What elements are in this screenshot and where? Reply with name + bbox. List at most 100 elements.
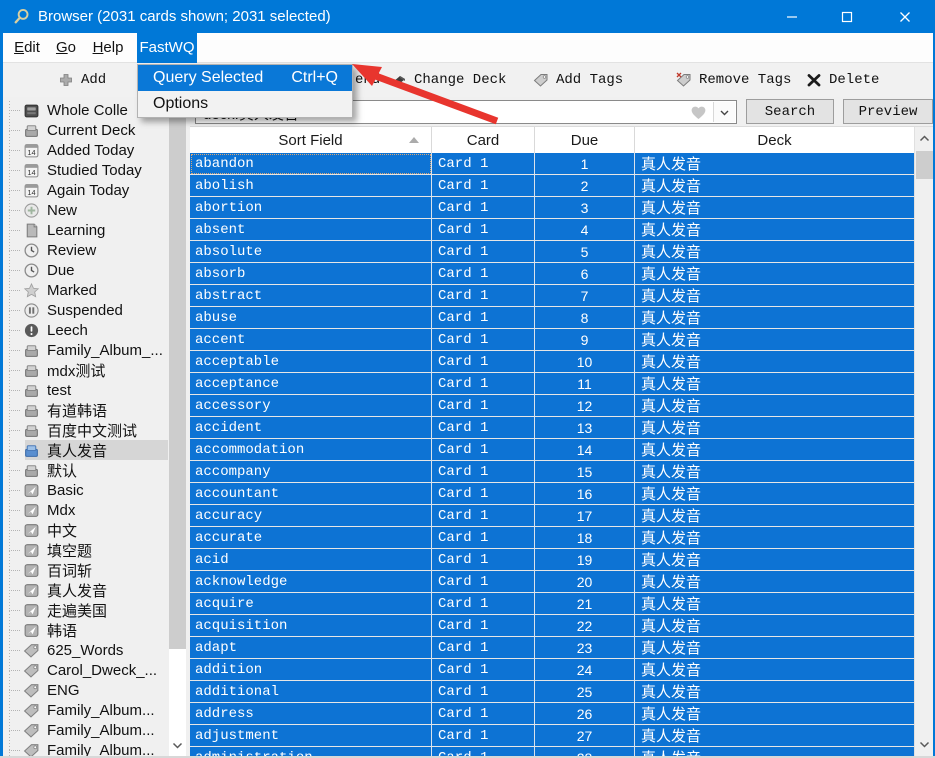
close-button[interactable]	[882, 0, 928, 33]
chevron-up-icon[interactable]	[918, 132, 931, 145]
table-row[interactable]: acid Card 1 19 真人发音	[190, 549, 914, 571]
sidebar-item[interactable]: 真人发音	[3, 580, 186, 600]
table-row[interactable]: acknowledge Card 1 20 真人发音	[190, 571, 914, 593]
sidebar-item[interactable]: Basic	[3, 480, 186, 500]
sidebar-item[interactable]: Review	[3, 240, 186, 260]
sidebar-item[interactable]: Mdx	[3, 500, 186, 520]
toolbar-button-add[interactable]: Add	[58, 63, 106, 97]
table-row[interactable]: abstract Card 1 7 真人发音	[190, 285, 914, 307]
sidebar-item[interactable]: Suspended	[3, 300, 186, 320]
notetype-icon	[23, 482, 40, 499]
sidebar-item[interactable]: 真人发音	[3, 440, 186, 460]
menubar-item-fastwq[interactable]: FastWQ	[137, 33, 197, 63]
table-row[interactable]: accommodation Card 1 14 真人发音	[190, 439, 914, 461]
card-table: Sort Field Card Due Deck abandon Card 11真…	[190, 126, 933, 756]
cell-deck: 真人发音	[635, 461, 914, 483]
toolbar-button-end[interactable]: end	[355, 63, 380, 97]
table-row[interactable]: adjustment Card 1 27 真人发音	[190, 725, 914, 747]
sidebar-item[interactable]: 走遍美国	[3, 600, 186, 620]
tree-stub	[9, 429, 20, 431]
minimize-button[interactable]	[769, 0, 815, 33]
menubar-item-go[interactable]: Go	[50, 33, 82, 63]
cell-sort-field: abandon	[190, 153, 432, 175]
table-row[interactable]: abolish Card 1 2 真人发音	[190, 175, 914, 197]
table-row[interactable]: accessory Card 1 12 真人发音	[190, 395, 914, 417]
heart-icon	[689, 103, 708, 122]
search-button[interactable]: Search	[746, 99, 834, 124]
table-row[interactable]: addition Card 1 24 真人发音	[190, 659, 914, 681]
sidebar-item[interactable]: Family_Album...	[3, 700, 186, 720]
combo-dropdown-button[interactable]	[713, 102, 735, 122]
sidebar-item[interactable]: 有道韩语	[3, 400, 186, 420]
sidebar-item[interactable]: Due	[3, 260, 186, 280]
sidebar-item[interactable]: Learning	[3, 220, 186, 240]
table-row[interactable]: abuse Card 1 8 真人发音	[190, 307, 914, 329]
sidebar-item[interactable]: 14 Studied Today	[3, 160, 186, 180]
sidebar-item[interactable]: Current Deck	[3, 120, 186, 140]
sidebar-item[interactable]: Marked	[3, 280, 186, 300]
table-row[interactable]: acquire Card 1 21 真人发音	[190, 593, 914, 615]
sidebar-item[interactable]: Family_Album...	[3, 740, 186, 756]
table-row[interactable]: acquisition Card 1 22 真人发音	[190, 615, 914, 637]
sidebar-scrollbar[interactable]	[169, 97, 186, 756]
deck-blue-icon	[23, 442, 40, 459]
table-scrollbar[interactable]	[914, 127, 933, 756]
sidebar-item[interactable]: 百度中文测试	[3, 420, 186, 440]
cell-due: 13	[535, 417, 635, 439]
sidebar-item[interactable]: New	[3, 200, 186, 220]
table-row[interactable]: adapt Card 1 23 真人发音	[190, 637, 914, 659]
table-row[interactable]: additional Card 1 25 真人发音	[190, 681, 914, 703]
sidebar-item[interactable]: 百词斩	[3, 560, 186, 580]
table-row[interactable]: accuracy Card 1 17 真人发音	[190, 505, 914, 527]
column-header-deck[interactable]: Deck	[635, 127, 914, 153]
table-scroll-thumb[interactable]	[916, 151, 933, 179]
sidebar-scroll-thumb[interactable]	[169, 111, 186, 649]
sidebar-item[interactable]: Leech	[3, 320, 186, 340]
table-row[interactable]: acceptable Card 1 10 真人发音	[190, 351, 914, 373]
table-row[interactable]: address Card 1 26 真人发音	[190, 703, 914, 725]
table-row[interactable]: abortion Card 1 3 真人发音	[190, 197, 914, 219]
column-header-due[interactable]: Due	[535, 127, 635, 153]
sidebar-item[interactable]: 韩语	[3, 620, 186, 640]
table-row[interactable]: accompany Card 1 15 真人发音	[190, 461, 914, 483]
chevron-down-icon[interactable]	[171, 739, 184, 752]
sidebar-item[interactable]: 默认	[3, 460, 186, 480]
table-row[interactable]: absent Card 1 4 真人发音	[190, 219, 914, 241]
toolbar-button-add-tags[interactable]: Add Tags	[533, 63, 623, 97]
sidebar-item[interactable]: 14 Again Today	[3, 180, 186, 200]
toolbar-button-delete[interactable]: Delete	[806, 63, 879, 97]
sidebar-item[interactable]: 中文	[3, 520, 186, 540]
menubar-item-edit[interactable]: Edit	[8, 33, 46, 63]
table-row[interactable]: acceptance Card 1 11 真人发音	[190, 373, 914, 395]
sidebar-item[interactable]: mdx测试	[3, 360, 186, 380]
toolbar-button-change-deck[interactable]: Change Deck	[391, 63, 506, 97]
sidebar-item[interactable]: Carol_Dweck_...	[3, 660, 186, 680]
table-row[interactable]: absolute Card 1 5 真人发音	[190, 241, 914, 263]
table-row[interactable]: accurate Card 1 18 真人发音	[190, 527, 914, 549]
table-row[interactable]: accountant Card 1 16 真人发音	[190, 483, 914, 505]
table-row[interactable]: accident Card 1 13 真人发音	[190, 417, 914, 439]
chevron-down-icon[interactable]	[918, 738, 931, 751]
table-row[interactable]: abandon Card 1 1 真人发音	[190, 153, 914, 175]
maximize-button[interactable]	[824, 0, 870, 33]
column-header-card[interactable]: Card	[432, 127, 535, 153]
sidebar-item[interactable]: 14 Added Today	[3, 140, 186, 160]
table-row[interactable]: administrationCard 128真人发音	[190, 747, 914, 756]
menubar-item-help[interactable]: Help	[86, 33, 130, 63]
sidebar-item[interactable]: Family_Album...	[3, 720, 186, 740]
sidebar-item[interactable]: 625_Words	[3, 640, 186, 660]
menu-item-query-selected[interactable]: Query Selected Ctrl+Q	[138, 65, 352, 91]
sidebar-item[interactable]: 填空题	[3, 540, 186, 560]
sidebar-item[interactable]: Family_Album_...	[3, 340, 186, 360]
cell-due: 16	[535, 483, 635, 505]
menu-item-options[interactable]: Options	[138, 91, 352, 117]
toolbar-button-remove-tags[interactable]: Remove Tags	[676, 63, 791, 97]
table-row[interactable]: accent Card 1 9 真人发音	[190, 329, 914, 351]
sidebar-item[interactable]: test	[3, 380, 186, 400]
table-row[interactable]: absorb Card 1 6 真人发音	[190, 263, 914, 285]
column-label: Sort Field	[278, 131, 343, 149]
preview-button[interactable]: Preview	[843, 99, 933, 124]
sidebar-item[interactable]: ENG	[3, 680, 186, 700]
column-header-sort-field[interactable]: Sort Field	[190, 127, 432, 153]
column-label: Due	[570, 131, 599, 149]
